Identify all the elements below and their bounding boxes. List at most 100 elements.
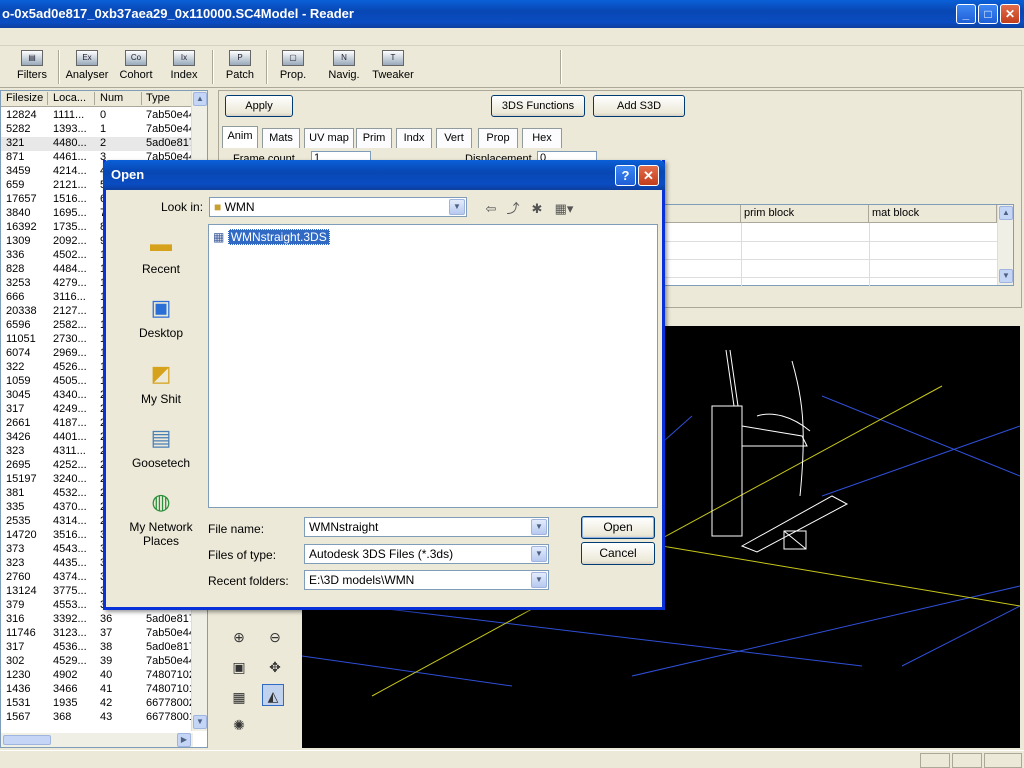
table-cell: 2 [100,137,107,149]
file-item[interactable]: ▦ WMNstraight.3DS [213,229,330,245]
place-recent[interactable]: ▬ Recent [116,230,206,276]
view-menu-icon[interactable]: ▦▾ [552,200,576,218]
status-panel [920,753,950,768]
column-divider[interactable] [141,92,142,105]
index-button[interactable]: Ix Index [166,50,202,86]
navig-button[interactable]: N Navig. [324,50,364,86]
help-button[interactable]: ? [615,165,636,186]
table-cell: 6074 [6,347,31,359]
column-location[interactable]: Loca... [53,92,86,104]
table-cell: 2582... [53,319,87,331]
table-cell: 323 [6,557,25,569]
grid-header-prim-block[interactable]: prim block [741,205,869,223]
navig-label: Navig. [328,69,360,81]
dialog-close-button[interactable]: ✕ [638,165,659,186]
grid-scrollbar[interactable]: ▲ ▼ [997,205,1013,285]
tab-hex[interactable]: Hex [522,128,562,148]
chevron-down-icon[interactable]: ▼ [449,199,465,215]
table-row[interactable]: 317 4536... 38 5ad0e817 [1,641,195,655]
recent-folders-select[interactable]: E:\3D models\WMN ▼ [304,570,549,590]
filters-icon: ▤ [21,50,43,66]
wireframe-mode-icon[interactable]: ◭ [262,684,284,706]
table-cell: 4401... [53,431,87,443]
column-type[interactable]: Type [146,92,170,104]
analyser-button[interactable]: Ex Analyser [64,50,110,86]
tab-mats[interactable]: Mats [262,128,300,148]
rotate-icon[interactable]: ✥ [264,656,286,678]
back-icon[interactable]: ⇦ [482,200,500,218]
maximize-button[interactable]: □ [978,4,998,24]
table-cell: 381 [6,487,25,499]
prop-button[interactable]: ▢ Prop. [276,50,310,86]
scroll-thumb[interactable] [3,735,51,745]
tweaker-button[interactable]: T Tweaker [370,50,416,86]
place-network[interactable]: ◍ My Network Places [116,488,206,548]
scroll-down-arrow-icon[interactable]: ▼ [999,269,1013,283]
close-button[interactable]: ✕ [1000,4,1020,24]
table-cell: 20338 [6,305,37,317]
column-divider[interactable] [94,92,95,105]
column-filesize[interactable]: Filesize [6,92,43,104]
cohort-button[interactable]: Co Cohort [116,50,156,86]
app-titlebar: o-0x5ad0e817_0xb37aea29_0x110000.SC4Mode… [0,0,1024,28]
place-my-computer[interactable]: ▤ Goosetech [116,424,206,470]
table-cell: 2661 [6,417,31,429]
place-desktop[interactable]: ▣ Desktop [116,294,206,340]
tab-indx[interactable]: Indx [396,128,432,148]
add-s3d-button[interactable]: Add S3D [593,95,685,117]
patch-button[interactable]: P Patch [222,50,258,86]
chevron-down-icon[interactable]: ▼ [531,519,547,535]
tab-vert[interactable]: Vert [436,128,472,148]
open-button[interactable]: Open [581,516,655,539]
table-cell: 4529... [53,655,87,667]
my-computer-icon: ▤ [150,425,172,450]
table-row[interactable]: 1531 1935 42 66778002 [1,697,195,711]
filename-input[interactable]: WMNstraight ▼ [304,517,549,537]
table-cell: 3840 [6,207,31,219]
column-divider[interactable] [47,92,48,105]
table-row[interactable]: 5282 1393... 1 7ab50e44 [1,123,195,137]
filters-button[interactable]: ▤ Filters [12,50,52,86]
table-row[interactable]: 1567 368 43 66778001 [1,711,195,725]
cancel-button[interactable]: Cancel [581,542,655,565]
filetype-select[interactable]: Autodesk 3DS Files (*.3ds) ▼ [304,544,549,564]
chevron-down-icon[interactable]: ▼ [531,546,547,562]
table-cell: 40 [100,669,113,681]
column-num[interactable]: Num [100,92,123,104]
table-cell: 4480... [53,137,87,149]
table-row[interactable]: 1436 3466 41 74807101 [1,683,195,697]
scroll-up-arrow-icon[interactable]: ▲ [999,206,1013,220]
up-folder-icon[interactable]: ⤴ [504,200,522,218]
table-cell: 4252... [53,459,87,471]
tab-uv-map[interactable]: UV map [304,128,354,148]
minimize-button[interactable]: _ [956,4,976,24]
grid-header-mat-block[interactable]: mat block [869,205,997,223]
table-row[interactable]: 302 4529... 39 7ab50e44 [1,655,195,669]
list-horizontal-scrollbar[interactable]: ▶ [1,733,193,747]
zoom-out-icon[interactable]: ⊖ [264,626,286,648]
apply-button[interactable]: Apply [225,95,293,117]
scroll-down-arrow-icon[interactable]: ▼ [193,715,207,729]
zoom-fit-icon[interactable]: ▣ [228,656,250,678]
scroll-up-arrow-icon[interactable]: ▲ [193,92,207,106]
look-in-select[interactable]: ■ WMN ▼ [209,197,467,217]
table-row[interactable]: 11746 3123... 37 7ab50e44 [1,627,195,641]
tab-anim[interactable]: Anim [222,126,258,148]
place-my-documents[interactable]: ◩ My Shit [116,360,206,406]
table-row[interactable]: 12824 1111... 0 7ab50e44 [1,109,195,123]
tab-prim[interactable]: Prim [356,128,392,148]
file-browser[interactable]: ▦ WMNstraight.3DS [208,224,658,508]
tab-prop[interactable]: Prop [478,128,518,148]
table-row[interactable]: 321 4480... 2 5ad0e817 [1,137,195,151]
new-folder-icon[interactable]: ✱ [528,200,546,218]
scroll-right-arrow-icon[interactable]: ▶ [177,733,191,747]
grid-toggle-icon[interactable]: ▦ [228,686,250,708]
grid-header-s[interactable]: s [657,205,741,223]
table-row[interactable]: 1230 4902 40 74807102 [1,669,195,683]
lighting-icon[interactable]: ✺ [228,714,250,736]
chevron-down-icon[interactable]: ▼ [531,572,547,588]
3ds-functions-button[interactable]: 3DS Functions [491,95,585,117]
blocks-grid[interactable]: s prim block mat block ▲ ▼ [656,204,1014,287]
zoom-in-icon[interactable]: ⊕ [228,626,250,648]
table-row[interactable]: 316 3392... 36 5ad0e817 [1,613,195,627]
